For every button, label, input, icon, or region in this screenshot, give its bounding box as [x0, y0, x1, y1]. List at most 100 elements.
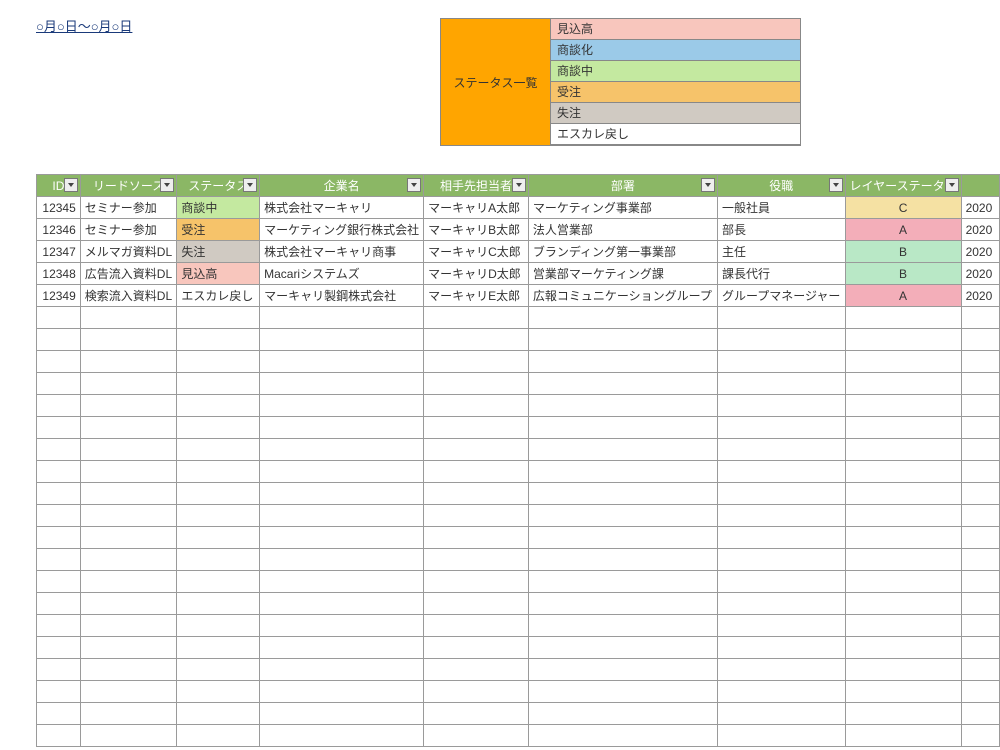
cell-empty[interactable] [260, 549, 424, 571]
cell-empty[interactable] [80, 681, 177, 703]
cell-dept[interactable]: 法人営業部 [528, 219, 717, 241]
cell-empty[interactable] [424, 593, 529, 615]
cell-empty[interactable] [528, 527, 717, 549]
cell-empty[interactable] [177, 461, 260, 483]
cell-empty[interactable] [177, 351, 260, 373]
cell-empty[interactable] [424, 725, 529, 747]
cell-empty[interactable] [177, 571, 260, 593]
cell-empty[interactable] [177, 681, 260, 703]
cell-empty[interactable] [424, 505, 529, 527]
cell-empty[interactable] [961, 417, 999, 439]
cell-date[interactable]: 2020 [961, 219, 999, 241]
cell-empty[interactable] [717, 417, 845, 439]
cell-contact[interactable]: マーキャリC太郎 [424, 241, 529, 263]
cell-empty[interactable] [424, 527, 529, 549]
status-filter-icon[interactable] [243, 178, 257, 192]
cell-empty[interactable] [260, 659, 424, 681]
cell-pos[interactable]: 一般社員 [717, 197, 845, 219]
cell-layer[interactable]: C [845, 197, 961, 219]
cell-empty[interactable] [717, 593, 845, 615]
cell-empty[interactable] [528, 593, 717, 615]
cell-empty[interactable] [845, 395, 961, 417]
cell-empty[interactable] [260, 637, 424, 659]
cell-empty[interactable] [845, 615, 961, 637]
cell-empty[interactable] [260, 329, 424, 351]
cell-empty[interactable] [717, 615, 845, 637]
cell-empty[interactable] [80, 505, 177, 527]
cell-empty[interactable] [528, 461, 717, 483]
company-filter-icon[interactable] [407, 178, 421, 192]
cell-empty[interactable] [717, 703, 845, 725]
cell-empty[interactable] [260, 351, 424, 373]
cell-empty[interactable] [177, 373, 260, 395]
cell-empty[interactable] [961, 549, 999, 571]
cell-empty[interactable] [717, 351, 845, 373]
cell-empty[interactable] [961, 659, 999, 681]
cell-empty[interactable] [845, 417, 961, 439]
cell-empty[interactable] [177, 637, 260, 659]
cell-empty[interactable] [528, 395, 717, 417]
cell-empty[interactable] [80, 615, 177, 637]
dept-filter-icon[interactable] [701, 178, 715, 192]
cell-empty[interactable] [80, 483, 177, 505]
cell-id[interactable]: 12345 [37, 197, 81, 219]
cell-status[interactable]: 失注 [177, 241, 260, 263]
cell-empty[interactable] [845, 549, 961, 571]
cell-empty[interactable] [528, 571, 717, 593]
cell-lead[interactable]: セミナー参加 [80, 219, 177, 241]
cell-id[interactable]: 12347 [37, 241, 81, 263]
cell-empty[interactable] [80, 439, 177, 461]
cell-empty[interactable] [260, 703, 424, 725]
column-header-company[interactable]: 企業名 [260, 175, 424, 197]
cell-empty[interactable] [424, 549, 529, 571]
cell-contact[interactable]: マーキャリB太郎 [424, 219, 529, 241]
cell-empty[interactable] [717, 483, 845, 505]
cell-empty[interactable] [528, 417, 717, 439]
cell-empty[interactable] [528, 483, 717, 505]
cell-layer[interactable]: B [845, 241, 961, 263]
cell-empty[interactable] [177, 549, 260, 571]
cell-dept[interactable]: 広報コミュニケーショングループ [528, 285, 717, 307]
cell-empty[interactable] [528, 505, 717, 527]
cell-empty[interactable] [845, 725, 961, 747]
cell-empty[interactable] [528, 725, 717, 747]
cell-empty[interactable] [177, 725, 260, 747]
cell-empty[interactable] [528, 373, 717, 395]
cell-empty[interactable] [37, 637, 81, 659]
cell-empty[interactable] [424, 483, 529, 505]
cell-empty[interactable] [37, 417, 81, 439]
cell-empty[interactable] [37, 351, 81, 373]
cell-date[interactable]: 2020 [961, 263, 999, 285]
cell-empty[interactable] [717, 395, 845, 417]
cell-empty[interactable] [37, 505, 81, 527]
cell-empty[interactable] [845, 681, 961, 703]
cell-empty[interactable] [177, 659, 260, 681]
cell-empty[interactable] [37, 461, 81, 483]
cell-empty[interactable] [961, 395, 999, 417]
cell-empty[interactable] [845, 703, 961, 725]
cell-empty[interactable] [961, 329, 999, 351]
cell-empty[interactable] [528, 637, 717, 659]
cell-empty[interactable] [80, 307, 177, 329]
column-header-status[interactable]: ステータス [177, 175, 260, 197]
cell-status[interactable]: 見込高 [177, 263, 260, 285]
cell-empty[interactable] [424, 659, 529, 681]
cell-empty[interactable] [80, 351, 177, 373]
cell-empty[interactable] [845, 307, 961, 329]
cell-empty[interactable] [528, 439, 717, 461]
cell-empty[interactable] [260, 571, 424, 593]
cell-empty[interactable] [528, 659, 717, 681]
cell-empty[interactable] [260, 505, 424, 527]
cell-lead[interactable]: セミナー参加 [80, 197, 177, 219]
column-header-dept[interactable]: 部署 [528, 175, 717, 197]
cell-empty[interactable] [717, 373, 845, 395]
cell-status[interactable]: 受注 [177, 219, 260, 241]
cell-empty[interactable] [260, 461, 424, 483]
cell-empty[interactable] [37, 725, 81, 747]
cell-empty[interactable] [260, 681, 424, 703]
cell-id[interactable]: 12346 [37, 219, 81, 241]
cell-empty[interactable] [961, 593, 999, 615]
cell-empty[interactable] [80, 659, 177, 681]
cell-empty[interactable] [80, 373, 177, 395]
cell-status[interactable]: エスカレ戻し [177, 285, 260, 307]
